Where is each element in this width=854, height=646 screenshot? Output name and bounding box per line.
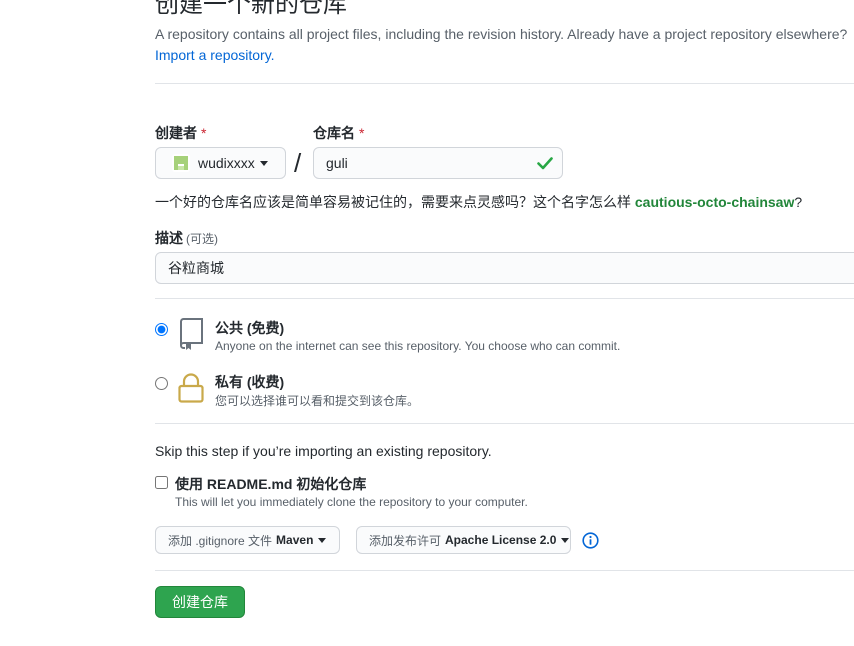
public-option-note: Anyone on the internet can see this repo… bbox=[215, 339, 621, 353]
import-repository-link[interactable]: Import a repository. bbox=[155, 47, 275, 63]
owner-select-button[interactable]: wudixxxx bbox=[155, 147, 286, 179]
description-label: 描述 (可选) bbox=[155, 230, 218, 246]
readme-checkbox[interactable] bbox=[155, 476, 168, 489]
name-suggestion-hint: 一个好的仓库名应该是简单容易被记住的，需要来点灵感吗？这个名字怎么样 cauti… bbox=[155, 194, 803, 210]
divider bbox=[155, 83, 854, 84]
lock-icon bbox=[178, 373, 204, 403]
owner-label: 创建者 * bbox=[155, 125, 207, 141]
public-radio[interactable] bbox=[155, 323, 168, 336]
caret-down-icon bbox=[561, 537, 570, 543]
skip-step-note: Skip this step if you’re importing an ex… bbox=[155, 443, 492, 459]
private-radio[interactable] bbox=[155, 377, 168, 390]
public-option-title: 公共 (免费) bbox=[215, 320, 285, 336]
license-select-button[interactable]: 添加发布许可 Apache License 2.0 bbox=[356, 526, 571, 554]
description-input[interactable] bbox=[155, 252, 854, 284]
page-title: 创建一个新的仓库 bbox=[155, 0, 347, 18]
name-suggestion[interactable]: cautious-octo-chainsaw bbox=[635, 194, 794, 210]
check-icon bbox=[537, 157, 553, 170]
required-mark: * bbox=[359, 125, 365, 141]
repo-icon bbox=[180, 318, 203, 350]
divider bbox=[155, 423, 854, 424]
optional-note: (可选) bbox=[186, 232, 218, 246]
caret-down-icon bbox=[318, 537, 327, 543]
divider bbox=[155, 298, 854, 299]
divider bbox=[155, 570, 854, 571]
repo-name-label: 仓库名 * bbox=[313, 125, 365, 141]
avatar bbox=[172, 154, 190, 172]
repo-name-input[interactable] bbox=[313, 147, 563, 179]
create-repository-button[interactable]: 创建仓库 bbox=[155, 586, 245, 618]
caret-down-icon bbox=[259, 160, 268, 166]
owner-name: wudixxxx bbox=[198, 155, 255, 171]
owner-repo-separator: / bbox=[294, 148, 302, 178]
gitignore-value: Maven bbox=[276, 533, 314, 547]
readme-note: This will let you immediately clone the … bbox=[175, 495, 528, 509]
private-option-note: 您可以选择谁可以看和提交到该仓库。 bbox=[215, 394, 420, 408]
gitignore-select-button[interactable]: 添加 .gitignore 文件 Maven bbox=[155, 526, 340, 554]
page-subtitle: A repository contains all project files,… bbox=[155, 26, 848, 42]
info-icon[interactable] bbox=[582, 532, 599, 549]
private-option-title: 私有 (收费) bbox=[215, 374, 285, 390]
readme-label[interactable]: 使用 README.md 初始化仓库 bbox=[175, 474, 366, 494]
license-value: Apache License 2.0 bbox=[445, 533, 557, 547]
required-mark: * bbox=[201, 125, 207, 141]
